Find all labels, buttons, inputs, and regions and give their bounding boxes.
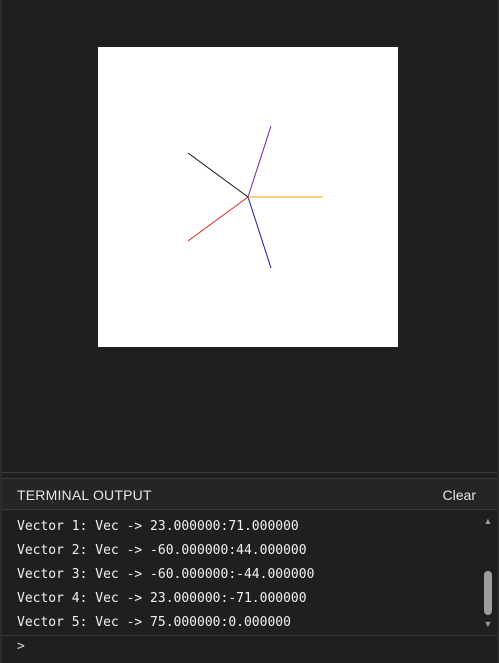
terminal-header: TERMINAL OUTPUT Clear (2, 478, 497, 510)
prompt-icon: > (17, 639, 25, 654)
terminal-line: Vector 2: Vec -> -60.000000:44.000000 (17, 543, 307, 558)
scroll-thumb[interactable] (484, 571, 492, 615)
vector-line-4 (247, 196, 272, 269)
app-window: TERMINAL OUTPUT Clear Vector 1: Vec -> 2… (0, 0, 499, 663)
terminal-input-row[interactable]: > (2, 635, 497, 661)
terminal-title: TERMINAL OUTPUT (17, 487, 152, 503)
clear-button[interactable]: Clear (443, 487, 476, 503)
drawing-canvas[interactable] (98, 47, 398, 347)
scroll-up-icon[interactable]: ▲ (482, 516, 494, 526)
vector-line-3 (187, 196, 249, 242)
terminal-line: Vector 5: Vec -> 75.000000:0.000000 (17, 615, 291, 630)
scroll-down-icon[interactable]: ▼ (482, 619, 494, 629)
terminal-line: Vector 4: Vec -> 23.000000:-71.000000 (17, 591, 307, 606)
terminal-output: Vector 1: Vec -> 23.000000:71.000000 Vec… (2, 510, 497, 635)
panel-divider[interactable] (2, 472, 497, 473)
terminal-panel: TERMINAL OUTPUT Clear Vector 1: Vec -> 2… (2, 478, 497, 663)
vector-line-2 (187, 152, 249, 198)
vector-plot (187, 125, 323, 269)
terminal-line: Vector 1: Vec -> 23.000000:71.000000 (17, 519, 299, 534)
terminal-line: Vector 3: Vec -> -60.000000:-44.000000 (17, 567, 315, 582)
terminal-scrollbar[interactable]: ▲ ▼ (482, 510, 494, 634)
vector-line-1 (247, 125, 272, 198)
